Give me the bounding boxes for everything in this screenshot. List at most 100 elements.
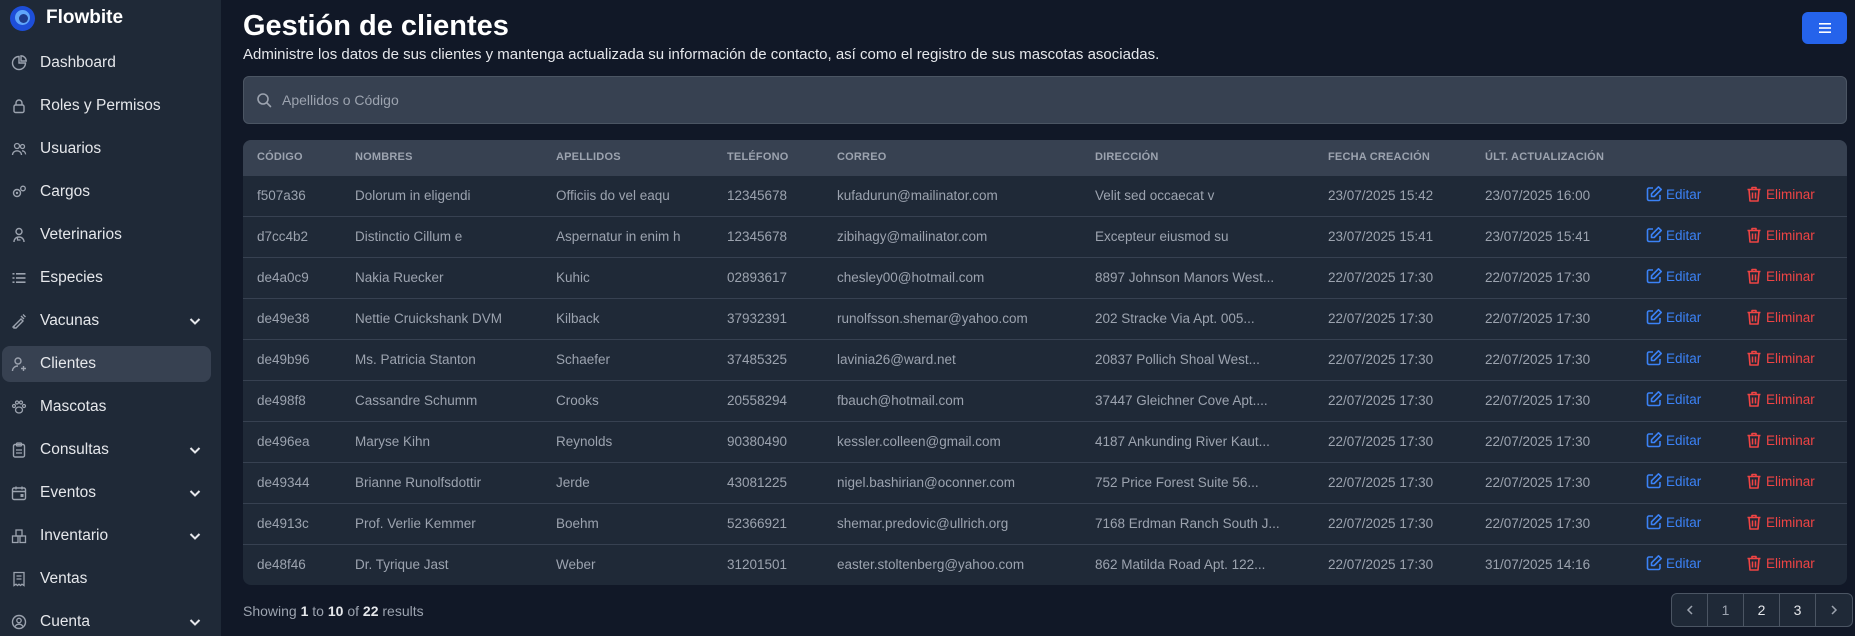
sidebar-item-cuenta[interactable]: Cuenta <box>2 604 211 636</box>
sidebar-item-inventario[interactable]: Inventario <box>2 518 211 554</box>
sidebar-item-veterinarios[interactable]: Veterinarios <box>2 217 211 253</box>
cell-telefono: 02893617 <box>727 270 788 285</box>
menu-toggle-button[interactable] <box>1802 12 1847 44</box>
delete-button[interactable]: Eliminar <box>1745 185 1815 203</box>
sidebar-item-clientes[interactable]: Clientes <box>2 346 211 382</box>
cell-apellidos: Aspernatur in enim h <box>556 229 681 244</box>
delete-button[interactable]: Eliminar <box>1745 267 1815 285</box>
sidebar-item-label: Veterinarios <box>40 226 122 243</box>
edit-button[interactable]: Editar <box>1645 513 1701 531</box>
edit-button[interactable]: Editar <box>1645 554 1701 572</box>
cell-codigo: de49344 <box>257 475 310 490</box>
cell-telefono: 31201501 <box>727 557 788 573</box>
edit-button[interactable]: Editar <box>1645 267 1701 285</box>
cell-correo: nigel.bashirian@oconner.com <box>837 475 1016 490</box>
edit-button[interactable]: Editar <box>1645 349 1701 367</box>
search-box <box>243 76 1847 124</box>
sidebar-item-label: Usuarios <box>40 140 102 157</box>
sidebar-item-especies[interactable]: Especies <box>2 260 211 296</box>
edit-icon <box>1646 268 1662 284</box>
edit-label: Editar <box>1666 555 1702 571</box>
chevron-left-icon <box>1686 605 1693 615</box>
cell-codigo: de48f46 <box>257 557 306 573</box>
cell-telefono: 12345678 <box>727 229 788 244</box>
edit-button[interactable]: Editar <box>1645 431 1701 449</box>
edit-button[interactable]: Editar <box>1645 308 1701 326</box>
chevron-down-icon <box>185 615 205 629</box>
col-correo: CORREO <box>837 151 887 164</box>
sidebar-item-label: Eventos <box>40 484 97 501</box>
search-input[interactable] <box>282 92 1782 108</box>
delete-button[interactable]: Eliminar <box>1745 308 1815 326</box>
cell-nombres: Brianne Runolfsdottir <box>355 475 482 490</box>
edit-label: Editar <box>1666 309 1702 325</box>
sidebar-item-label: Cuenta <box>40 613 90 630</box>
sidebar-item-usuarios[interactable]: Usuarios <box>2 131 211 167</box>
next-page-button[interactable] <box>1816 594 1852 626</box>
sidebar-item-cargos[interactable]: Cargos <box>2 174 211 210</box>
delete-label: Eliminar <box>1766 309 1815 325</box>
cell-telefono: 20558294 <box>727 393 788 408</box>
cell-apellidos: Schaefer <box>556 352 611 367</box>
cell-ult-actualizacion: 23/07/2025 15:41 <box>1485 229 1591 244</box>
sidebar-item-label: Inventario <box>40 527 109 544</box>
paw-icon <box>10 399 27 416</box>
sidebar-item-roles-y-permisos[interactable]: Roles y Permisos <box>2 88 211 124</box>
cell-telefono: 43081225 <box>727 475 788 490</box>
page-button-3[interactable]: 3 <box>1780 594 1816 626</box>
cell-nombres: Dolorum in eligendi <box>355 188 471 203</box>
col-delete-action <box>1731 140 1847 175</box>
results-showing-label: Showing <box>243 603 297 619</box>
edit-button[interactable]: Editar <box>1645 472 1701 490</box>
cell-ult-actualizacion: 22/07/2025 17:30 <box>1485 516 1591 531</box>
cell-correo: shemar.predovic@ullrich.org <box>837 516 1009 531</box>
edit-button[interactable]: Editar <box>1645 390 1701 408</box>
cell-apellidos: Weber <box>556 557 596 573</box>
page-button-1[interactable]: 1 <box>1708 594 1744 626</box>
trash-icon <box>1747 514 1761 530</box>
cell-correo: runolfsson.shemar@yahoo.com <box>837 311 1028 326</box>
delete-button[interactable]: Eliminar <box>1745 554 1815 572</box>
page-button-2[interactable]: 2 <box>1744 594 1780 626</box>
edit-button[interactable]: Editar <box>1645 226 1701 244</box>
delete-button[interactable]: Eliminar <box>1745 431 1815 449</box>
sidebar-item-label: Ventas <box>40 570 88 587</box>
delete-label: Eliminar <box>1766 186 1815 202</box>
trash-icon <box>1747 309 1761 325</box>
results-to-label: to <box>312 603 324 619</box>
sidebar-item-eventos[interactable]: Eventos <box>2 475 211 511</box>
trash-icon <box>1747 350 1761 366</box>
delete-button[interactable]: Eliminar <box>1745 513 1815 531</box>
cell-ult-actualizacion: 22/07/2025 17:30 <box>1485 270 1591 285</box>
cell-direccion: 752 Price Forest Suite 56... <box>1095 475 1259 490</box>
syringe-icon <box>10 313 27 330</box>
table-row: de496ea Maryse Kihn Reynolds 90380490 kessle… <box>243 421 1847 462</box>
prev-page-button[interactable] <box>1672 594 1708 626</box>
sidebar-item-mascotas[interactable]: Mascotas <box>2 389 211 425</box>
delete-button[interactable]: Eliminar <box>1745 226 1815 244</box>
delete-button[interactable]: Eliminar <box>1745 390 1815 408</box>
sidebar-item-ventas[interactable]: Ventas <box>2 561 211 597</box>
sidebar-item-label: Cargos <box>40 183 90 200</box>
sidebar-item-label: Especies <box>40 269 103 286</box>
edit-button[interactable]: Editar <box>1645 185 1701 203</box>
cell-fecha-creacion: 22/07/2025 17:30 <box>1328 352 1434 367</box>
delete-button[interactable]: Eliminar <box>1745 349 1815 367</box>
cell-ult-actualizacion: 22/07/2025 17:30 <box>1485 393 1591 408</box>
sidebar-item-dashboard[interactable]: Dashboard <box>2 45 211 81</box>
cell-ult-actualizacion: 22/07/2025 17:30 <box>1485 352 1591 367</box>
sidebar-item-consultas[interactable]: Consultas <box>2 432 211 468</box>
cell-fecha-creacion: 23/07/2025 15:41 <box>1328 229 1434 244</box>
cell-nombres: Dr. Tyrique Jast <box>355 557 449 573</box>
cell-fecha-creacion: 22/07/2025 17:30 <box>1328 434 1434 449</box>
sidebar-item-label: Consultas <box>40 441 109 458</box>
cogs-icon <box>10 184 27 201</box>
cell-codigo: de496ea <box>257 434 310 449</box>
edit-icon <box>1646 186 1662 202</box>
sidebar-item-vacunas[interactable]: Vacunas <box>2 303 211 339</box>
results-label: results <box>382 603 424 619</box>
delete-button[interactable]: Eliminar <box>1745 472 1815 490</box>
table-header: CÓDIGO NOMBRES APELLIDOS TELÉFONO CORREO… <box>243 140 1847 175</box>
edit-icon <box>1646 555 1662 571</box>
brand[interactable]: Flowbite <box>10 5 123 31</box>
